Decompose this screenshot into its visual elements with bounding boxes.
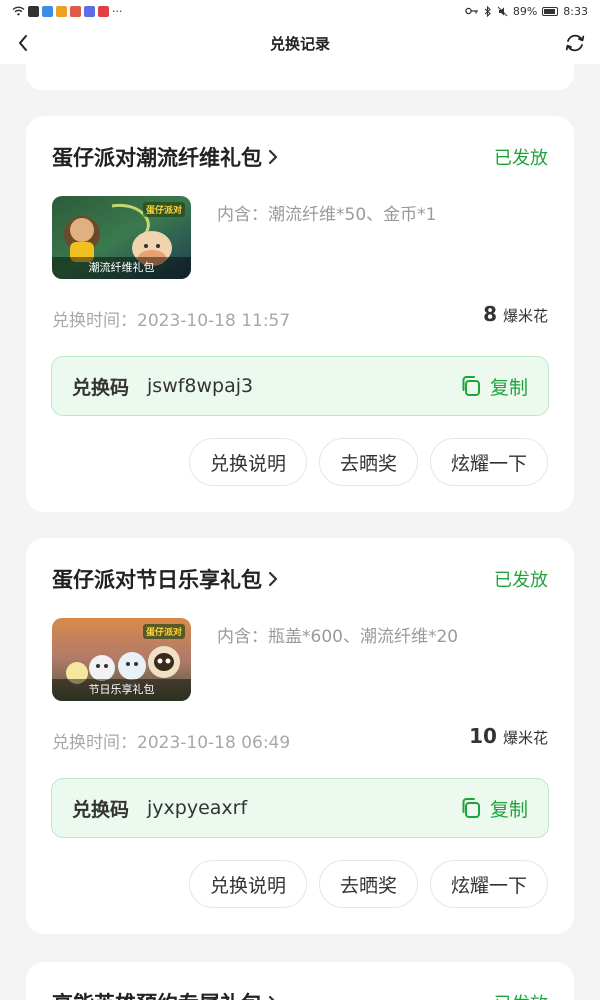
points-value: 8 — [483, 302, 497, 326]
copy-label: 复制 — [489, 798, 528, 821]
gift-title: 蛋仔派对节日乐享礼包 — [52, 568, 262, 592]
gift-title-link[interactable]: 蛋仔派对潮流纤维礼包 — [52, 142, 278, 172]
redeem-code-label: 兑换码 — [72, 376, 130, 399]
gift-title: 高能英雄预约专属礼包 — [52, 988, 262, 1000]
copy-button[interactable]: 复制 — [460, 373, 528, 400]
game-logo: 蛋仔派对 — [142, 624, 185, 639]
gift-contents: 内含：潮流纤维*50、金币*1 — [217, 205, 437, 225]
status-bar-left: ··· — [12, 5, 123, 18]
copy-label: 复制 — [489, 376, 528, 399]
points-cost: 8 爆米花 — [483, 302, 548, 326]
refresh-button[interactable] — [562, 30, 588, 56]
gift-contents: 内含：瓶盖*600、潮流纤维*20 — [217, 627, 459, 647]
card-actions: 兑换说明 去晒奖 炫耀一下 — [188, 860, 548, 908]
bluetooth-icon — [484, 5, 491, 17]
status-badge: 已发放 — [494, 148, 548, 169]
redeem-code-box: 兑换码 jswf8wpaj3 复制 — [51, 356, 549, 416]
app-notification-icon — [84, 5, 95, 17]
points-cost: 10 爆米花 — [469, 724, 548, 748]
card-actions: 兑换说明 去晒奖 炫耀一下 — [188, 438, 548, 486]
share-prize-button[interactable]: 去晒奖 — [318, 860, 418, 908]
status-bar: ··· 89% 8:33 — [0, 0, 600, 22]
show-off-button[interactable]: 炫耀一下 — [429, 860, 548, 908]
mute-icon — [497, 6, 508, 16]
redeem-code-box: 兑换码 jyxpyeaxrf 复制 — [51, 778, 549, 838]
status-bar-right: 89% 8:33 — [465, 5, 588, 18]
redeem-instructions-button[interactable]: 兑换说明 — [188, 860, 307, 908]
redeem-code-value[interactable]: jyxpyeaxrf — [147, 797, 247, 819]
battery-icon — [542, 6, 559, 16]
chevron-left-icon — [19, 35, 27, 51]
gift-title-link[interactable]: 蛋仔派对节日乐享礼包 — [52, 564, 278, 594]
refresh-icon — [565, 34, 585, 52]
gift-title-link[interactable]: 高能英雄预约专属礼包 — [52, 988, 278, 1000]
wifi-icon — [12, 6, 25, 16]
thumbnail-label: 节日乐享礼包 — [52, 679, 191, 701]
record-card: 蛋仔派对节日乐享礼包 已发放 蛋仔派对 节日乐享礼包 内含：瓶盖*600、潮流纤… — [26, 538, 574, 934]
gift-thumbnail: 蛋仔派对 潮流纤维礼包 — [52, 196, 191, 279]
redeem-time: 兑换时间：2023-10-18 11:57 — [52, 311, 291, 331]
more-notifications-icon: ··· — [112, 4, 123, 18]
points-unit: 爆米花 — [502, 307, 548, 325]
status-badge: 已发放 — [494, 990, 548, 1000]
gift-title: 蛋仔派对潮流纤维礼包 — [52, 146, 262, 170]
clock: 8:33 — [563, 4, 588, 18]
app-notification-icon — [56, 5, 67, 17]
copy-icon — [462, 798, 480, 818]
redeem-instructions-button[interactable]: 兑换说明 — [188, 438, 307, 486]
redeem-code-label: 兑换码 — [72, 798, 130, 821]
app-notification-icon — [28, 5, 39, 17]
record-card: 蛋仔派对潮流纤维礼包 已发放 蛋仔派对 潮流纤维礼包 内含：潮流纤维*50、金币… — [26, 116, 574, 512]
copy-button[interactable]: 复制 — [460, 795, 528, 822]
redeem-code-value[interactable]: jswf8wpaj3 — [147, 375, 253, 397]
chevron-right-icon — [268, 149, 278, 165]
share-prize-button[interactable]: 去晒奖 — [318, 438, 418, 486]
status-badge: 已发放 — [494, 570, 548, 591]
page-title: 兑换记录 — [269, 34, 330, 53]
gift-thumbnail: 蛋仔派对 节日乐享礼包 — [52, 618, 191, 701]
chevron-right-icon — [268, 571, 278, 587]
record-card: 高能英雄预约专属礼包 已发放 — [26, 962, 574, 1000]
back-button[interactable] — [10, 30, 36, 56]
battery-percent: 89% — [512, 4, 538, 18]
thumbnail-label: 潮流纤维礼包 — [52, 257, 191, 279]
app-notification-icon — [70, 5, 81, 17]
app-notification-icon — [98, 5, 109, 17]
show-off-button[interactable]: 炫耀一下 — [429, 438, 548, 486]
points-unit: 爆米花 — [502, 729, 548, 747]
app-notification-icon — [42, 5, 53, 17]
redeem-time: 兑换时间：2023-10-18 06:49 — [52, 733, 291, 753]
points-value: 10 — [469, 724, 497, 748]
chevron-right-icon — [268, 995, 275, 1000]
copy-icon — [462, 376, 480, 396]
game-logo: 蛋仔派对 — [142, 202, 185, 217]
key-icon — [465, 7, 478, 15]
navigation-bar: 兑换记录 — [0, 22, 600, 64]
